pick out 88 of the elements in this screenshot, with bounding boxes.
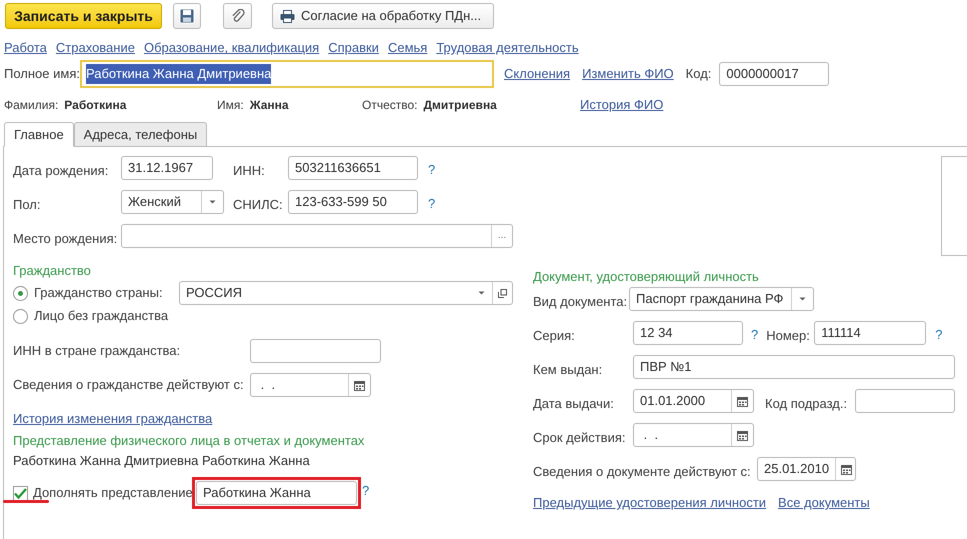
field-label: Сведения о гражданстве действуют с: xyxy=(13,376,245,394)
document-type-select[interactable]: Паспорт гражданина РФ xyxy=(629,287,814,311)
help-link[interactable]: ? xyxy=(751,325,758,344)
field-label: ИНН: xyxy=(233,162,266,180)
attach-button[interactable] xyxy=(223,3,252,29)
link[interactable]: Страхование xyxy=(56,38,135,58)
field-label: Отчество: xyxy=(362,97,418,114)
field-label: Фамилия: xyxy=(4,97,58,114)
tab[interactable]: Главное xyxy=(4,122,74,147)
snils-field[interactable]: 123-633-599 50 xyxy=(288,190,418,214)
calendar-icon xyxy=(841,464,852,474)
checkbox[interactable] xyxy=(13,486,28,500)
field-label: Номер: xyxy=(766,327,811,345)
number-field[interactable]: 111114 xyxy=(814,321,926,345)
link[interactable]: Все документы xyxy=(778,493,870,513)
link[interactable]: История изменения гражданства xyxy=(13,409,212,429)
date-field[interactable]: . . xyxy=(250,373,371,397)
field-label: Пол: xyxy=(13,196,42,214)
printer-icon xyxy=(280,10,295,22)
radio-label: Лицо без гражданства xyxy=(34,307,170,326)
link[interactable]: Справки xyxy=(328,38,379,58)
date-field[interactable]: 31.12.1967 xyxy=(121,156,213,180)
input-field[interactable]: Работкина Жанна xyxy=(196,481,357,505)
birth-place-field[interactable]: ... xyxy=(121,224,513,248)
country-select[interactable]: РОССИЯ xyxy=(179,281,513,305)
caret-icon xyxy=(799,297,806,301)
date-field[interactable]: 01.01.2000 xyxy=(633,389,754,413)
date-field[interactable]: . . xyxy=(633,423,754,447)
input-field[interactable] xyxy=(250,339,381,363)
checkbox-label: Дополнять представление xyxy=(33,484,192,502)
gender-select[interactable]: Женский xyxy=(121,190,224,214)
check-icon xyxy=(14,488,27,498)
help-link[interactable]: ? xyxy=(362,481,370,501)
underline-mark xyxy=(3,500,49,503)
link[interactable]: Работа xyxy=(4,38,47,58)
full-name-field[interactable]: Работкина Жанна Дмитриевна xyxy=(80,60,494,88)
ellipsis-button[interactable]: ... xyxy=(491,225,512,247)
section-title: Представление физического лица в отчетах и документах xyxy=(13,432,366,450)
field-label: Срок действия: xyxy=(533,429,626,447)
paperclip-icon xyxy=(230,9,244,23)
field-value: Жанна xyxy=(250,97,289,114)
field-label: Кем выдан: xyxy=(533,361,604,379)
radio-button[interactable] xyxy=(13,308,28,324)
input-field[interactable] xyxy=(855,389,955,413)
field-label: Дата рождения: xyxy=(13,162,110,180)
field-label: Полное имя: xyxy=(4,65,80,84)
radio-label: Гражданство страны: xyxy=(34,284,164,302)
link[interactable]: Склонения xyxy=(504,64,570,84)
link[interactable]: Изменить ФИО xyxy=(582,64,674,84)
field-label: Вид документа: xyxy=(533,293,628,311)
link[interactable]: Образование, квалификация xyxy=(144,38,320,58)
calendar-icon xyxy=(354,380,365,390)
save-and-close-button[interactable]: Записать и закрыть xyxy=(5,3,162,29)
save-button[interactable] xyxy=(173,3,201,29)
print-consent-button[interactable]: Согласие на обработку ПДн... xyxy=(272,3,494,29)
field-label: Серия: xyxy=(533,327,576,345)
section-title: Гражданство xyxy=(13,262,92,279)
code-field[interactable]: 0000000017 xyxy=(719,62,830,86)
caret-icon xyxy=(478,291,485,295)
field-label: Имя: xyxy=(217,97,244,114)
caret-icon xyxy=(209,200,216,204)
link[interactable]: Предыдущие удостоверения личности xyxy=(533,493,766,513)
help-link[interactable]: ? xyxy=(428,160,436,180)
field-label: Дата выдачи: xyxy=(533,395,615,413)
section-title: Документ, удостоверяющий личность xyxy=(533,268,760,286)
link[interactable]: История ФИО xyxy=(580,95,664,115)
field-label: ИНН в стране гражданства: xyxy=(13,342,182,360)
link[interactable]: Трудовая деятельность xyxy=(436,38,579,58)
help-link[interactable]: ? xyxy=(935,325,942,344)
field-label: Код подразд.: xyxy=(765,395,848,413)
radio-button[interactable] xyxy=(13,286,28,300)
calendar-icon xyxy=(737,396,748,406)
help-link[interactable]: ? xyxy=(428,194,436,214)
presentation-text: Работкина Жанна Дмитриевна Работкина Жанна xyxy=(13,452,311,470)
field-label: Сведения о документе действуют с: xyxy=(533,463,752,481)
issued-by-field[interactable]: ПВР №1 xyxy=(633,355,955,379)
calendar-icon xyxy=(737,430,748,440)
tab[interactable]: Адреса, телефоны xyxy=(74,122,208,147)
field-value: Дмитриевна xyxy=(424,97,497,114)
date-field[interactable]: 25.01.2010 xyxy=(757,457,856,481)
inn-field[interactable]: 503211636651 xyxy=(288,156,418,180)
link[interactable]: Семья xyxy=(388,38,428,58)
open-window-icon xyxy=(498,288,507,298)
field-label: СНИЛС: xyxy=(233,196,284,214)
field-label: Место рождения: xyxy=(13,230,118,248)
series-field[interactable]: 12 34 xyxy=(633,321,743,345)
field-label: Код: xyxy=(686,65,712,84)
field-value: Работкина xyxy=(64,97,126,114)
